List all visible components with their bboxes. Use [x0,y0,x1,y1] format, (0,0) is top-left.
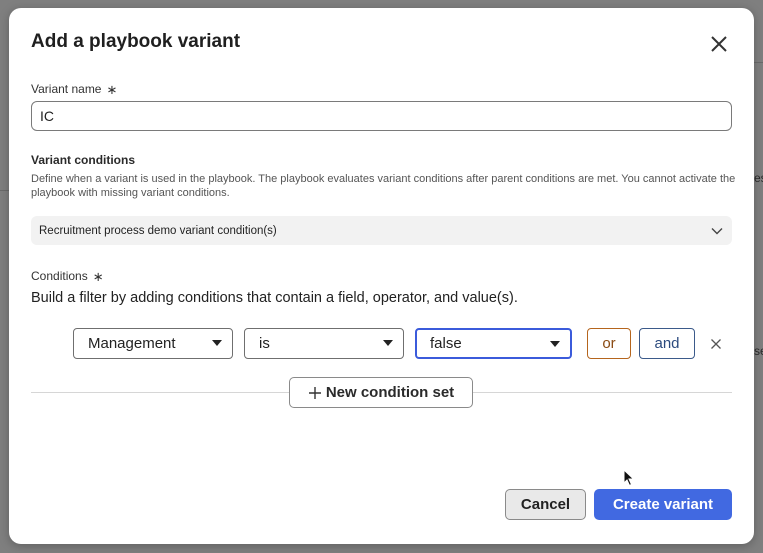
condition-value-select[interactable]: false [415,328,572,359]
plus-icon [308,386,321,399]
close-icon [711,339,721,349]
cancel-button[interactable]: Cancel [505,489,586,520]
variant-conditions-description: Define when a variant is used in the pla… [31,173,736,199]
new-condition-set-button[interactable]: New condition set [289,377,473,408]
close-icon [711,36,727,52]
condition-field-value: Management [88,335,176,352]
create-variant-button[interactable]: Create variant [594,489,732,520]
required-icon: ∗ [92,269,104,284]
and-button[interactable]: and [639,328,695,359]
background-text-fragment: es [754,171,763,185]
conditions-help-text: Build a filter by adding conditions that… [31,290,518,306]
condition-field-select[interactable]: Management [73,328,233,359]
caret-down-icon [212,340,222,346]
variant-conditions-title: Variant conditions [31,153,136,167]
chevron-down-icon [711,228,723,235]
background-divider [754,62,763,63]
conditions-label-text: Conditions [31,269,88,283]
dialog-title: Add a playbook variant [31,31,241,52]
close-button[interactable] [706,31,732,57]
mouse-pointer-icon [623,469,635,487]
variant-name-label-text: Variant name [31,82,102,96]
required-icon: ∗ [106,82,118,97]
caret-down-icon [550,341,560,347]
remove-condition-button[interactable] [707,335,725,353]
condition-operator-value: is [259,335,270,352]
variant-name-input[interactable] [31,101,732,131]
variant-condition-select[interactable]: Recruitment process demo variant conditi… [31,216,732,245]
condition-value-value: false [430,335,462,352]
caret-down-icon [383,340,393,346]
variant-condition-selected: Recruitment process demo variant conditi… [39,224,277,237]
conditions-label: Conditions ∗ [31,269,104,285]
background-text-fragment: se [754,344,763,358]
background-divider [0,190,9,191]
new-condition-set-label: New condition set [325,384,455,401]
or-button[interactable]: or [587,328,631,359]
variant-name-label: Variant name ∗ [31,82,117,98]
condition-operator-select[interactable]: is [244,328,404,359]
add-variant-dialog: Add a playbook variant Variant name ∗ Var… [9,8,754,544]
